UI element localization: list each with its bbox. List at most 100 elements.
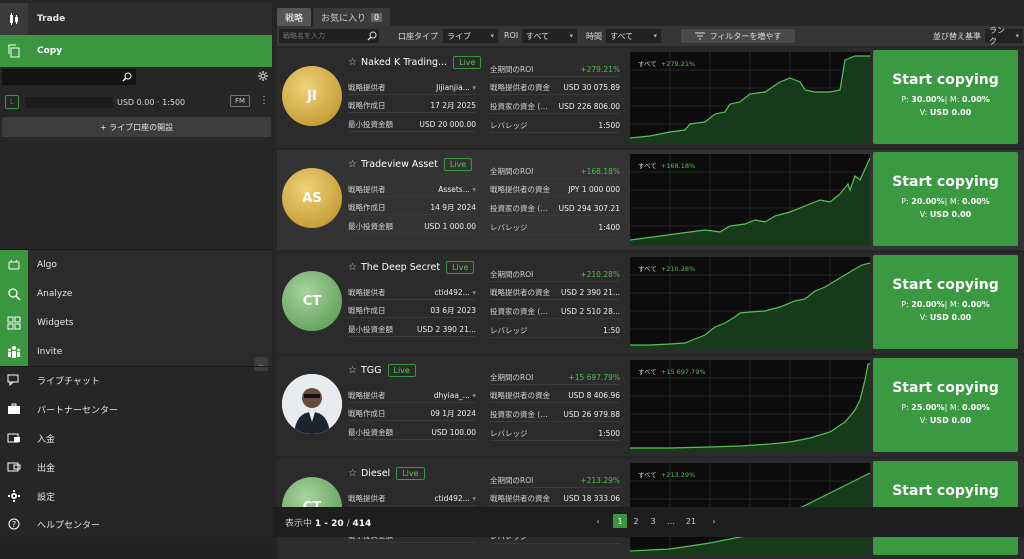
nav-live-chat[interactable]: ライブチャット	[0, 366, 272, 394]
provider-name: ctid492...	[434, 494, 470, 503]
chevron-down-icon: ▾	[1015, 32, 1019, 40]
chart-roi-label: すべて +15 697.79%	[638, 366, 706, 376]
performance-chart[interactable]: すべて +210.28%	[630, 257, 870, 349]
start-copying-button[interactable]: Start copying P: 25.00%| M: 0.00% V: USD…	[873, 358, 1018, 452]
strategy-search-input[interactable]: 戦略名を入力	[279, 29, 379, 43]
prev-page-button[interactable]: ‹	[591, 514, 605, 528]
start-copying-button[interactable]: Start copying P: 20.00%| M: 0.00% V: USD…	[873, 152, 1018, 246]
provider-funds-label: 戦略提供者の資金	[490, 288, 550, 297]
leverage-value: 1:500	[598, 121, 620, 130]
favorite-star-icon[interactable]: ☆	[348, 57, 357, 68]
strategy-card[interactable]: ☆ TGG Live 戦略提供者 dhyiaa_... ▾ 戦略作成日 09 1月 …	[277, 356, 1024, 456]
sort-select[interactable]: ランク ▾	[985, 26, 1023, 46]
leverage-row: レバレッジ 1:400	[490, 221, 620, 235]
nav-help-center-label: ヘルプセンター	[37, 520, 101, 531]
nav-settings[interactable]: 設定	[0, 482, 272, 510]
more-options-icon[interactable]: ⋮	[259, 95, 269, 106]
roi-label: 全期間のROI	[490, 65, 534, 74]
performance-chart[interactable]: すべて +168.18%	[630, 154, 870, 246]
nav-widgets[interactable]: Widgets	[0, 308, 272, 337]
provider-funds-row: 戦略提供者の資金 USD 2 390 21...	[490, 286, 620, 300]
next-page-button[interactable]: ›	[707, 514, 721, 528]
nav-trade[interactable]: Trade	[0, 3, 272, 35]
showing-label: 表示中	[285, 519, 313, 529]
start-copying-button[interactable]: Start copying P: 30.00%| M: 0.00% V: USD…	[873, 50, 1018, 144]
strategy-name[interactable]: Tradeview Asset	[361, 159, 438, 170]
time-label: 時間	[586, 32, 602, 41]
created-label: 戦略作成日	[348, 101, 386, 110]
page-2-button[interactable]: 2	[629, 514, 643, 528]
performance-chart[interactable]: すべて +279.21%	[630, 52, 870, 144]
start-copying-label: Start copying	[892, 380, 999, 396]
min-invest-label: 最小投資金額	[348, 222, 393, 231]
nav-deposit[interactable]: 入金	[0, 424, 272, 452]
showing-range: 1 - 20	[314, 519, 344, 529]
provider-value[interactable]: Jijianjia... ▾	[436, 83, 476, 92]
account-balance: USD 0.00 · 1:500	[117, 97, 186, 107]
start-copying-button[interactable]: Start copying P: 20.00%| M: 0.00% V: USD…	[873, 255, 1018, 349]
nav-copy[interactable]: Copy	[0, 35, 272, 67]
time-select[interactable]: すべて ▾	[606, 29, 661, 43]
investor-funds-row: 投資家の資金 (… USD 2 510 28...	[490, 305, 620, 319]
provider-value[interactable]: ctid492... ▾	[434, 494, 476, 503]
nav-algo[interactable]: Algo	[0, 250, 272, 279]
strategy-card[interactable]: JI ☆ Naked K Trading... Live 戦略提供者 Jijian…	[277, 48, 1024, 148]
roi-label: 全期間のROI	[490, 167, 534, 176]
provider-name: Assets...	[438, 185, 470, 194]
main-panel: 戦略 お気に入り 0 戦略名を入力 口座タイプ ライブ ▾ ROI すべて ▾ 時間 …	[273, 0, 1024, 559]
provider-label: 戦略提供者	[348, 494, 386, 503]
account-search-input[interactable]	[2, 69, 136, 85]
nav-analyze[interactable]: Analyze	[0, 279, 272, 308]
strategy-card[interactable]: CT ☆ The Deep Secret Live 戦略提供者 ctid492..…	[277, 253, 1024, 353]
created-value: 09 1月 2024	[430, 409, 476, 418]
page-21-button[interactable]: 21	[684, 514, 698, 528]
account-type-select[interactable]: ライブ ▾	[443, 29, 498, 43]
filter-bar: 戦略名を入力 口座タイプ ライブ ▾ ROI すべて ▾ 時間 すべて ▾ フィルター…	[277, 26, 1024, 46]
management-fee-label: M:	[949, 95, 960, 104]
strategy-name[interactable]: Diesel	[361, 468, 390, 479]
leverage-value: 1:50	[603, 326, 620, 335]
nav-invite[interactable]: Invite	[0, 337, 272, 366]
tab-strategies[interactable]: 戦略	[277, 8, 312, 26]
created-row: 戦略作成日 14 9月 2024	[348, 201, 476, 215]
roi-select[interactable]: すべて ▾	[522, 29, 577, 43]
provider-label: 戦略提供者	[348, 391, 386, 400]
favorite-star-icon[interactable]: ☆	[348, 159, 357, 170]
account-fm-badge[interactable]: FM	[230, 95, 251, 107]
more-filters-button[interactable]: フィルターを増やす	[681, 29, 795, 43]
page-3-button[interactable]: 3	[646, 514, 660, 528]
min-invest-label: 最小投資金額	[348, 428, 393, 437]
nav-help-center[interactable]: ? ヘルプセンター	[0, 510, 272, 538]
tab-favorites[interactable]: お気に入り 0	[313, 8, 391, 26]
favorite-star-icon[interactable]: ☆	[348, 468, 357, 479]
analyze-icon	[0, 279, 28, 308]
settings-icon[interactable]	[258, 71, 268, 84]
provider-value[interactable]: Assets... ▾	[438, 185, 476, 194]
favorites-count-badge: 0	[371, 12, 383, 22]
live-badge: Live	[453, 56, 482, 69]
account-number-masked	[25, 96, 113, 108]
strategy-name[interactable]: The Deep Secret	[361, 262, 440, 273]
roi-row: 全期間のROI +15 697.79%	[490, 371, 620, 385]
provider-value[interactable]: dhyiaa_... ▾	[434, 391, 476, 400]
time-value: すべて	[610, 31, 634, 41]
open-live-account-button[interactable]: + ライブ口座の開設	[2, 117, 271, 137]
management-fee-value: 0.00%	[962, 403, 990, 412]
search-icon	[367, 31, 377, 41]
page-1-button[interactable]: 1	[613, 514, 627, 528]
nav-partner-center[interactable]: パートナーセンター	[0, 395, 272, 423]
performance-chart[interactable]: すべて +15 697.79%	[630, 360, 870, 452]
favorite-star-icon[interactable]: ☆	[348, 262, 357, 273]
strategy-name-row: ☆ Naked K Trading... Live	[348, 56, 482, 69]
filter-icon	[694, 32, 705, 40]
created-value: 14 9月 2024	[430, 203, 476, 212]
strategy-name[interactable]: TGG	[361, 365, 382, 376]
strategy-card[interactable]: AS ☆ Tradeview Asset Live 戦略提供者 Assets...…	[277, 150, 1024, 250]
favorite-star-icon[interactable]: ☆	[348, 365, 357, 376]
account-row[interactable]: L USD 0.00 · 1:500 FM ⋮	[2, 92, 272, 112]
nav-withdraw[interactable]: 出金	[0, 453, 272, 481]
chevron-down-icon: ▾	[472, 494, 476, 503]
strategy-name[interactable]: Naked K Trading...	[361, 57, 447, 68]
provider-value[interactable]: ctid492... ▾	[434, 288, 476, 297]
performance-fee-label: P:	[901, 300, 909, 309]
